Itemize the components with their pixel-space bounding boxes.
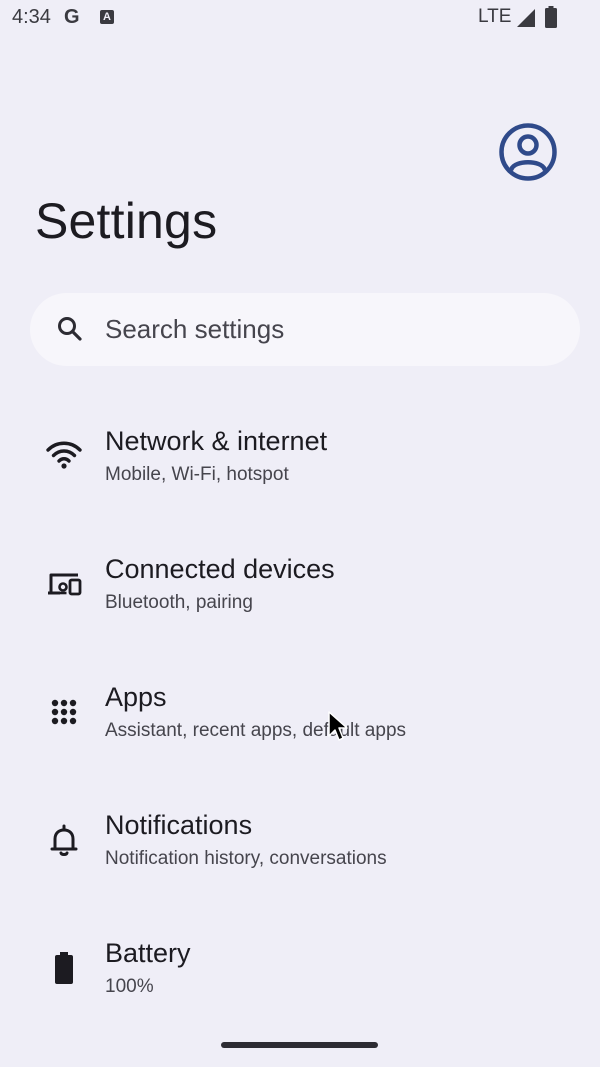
search-placeholder: Search settings bbox=[105, 314, 285, 344]
connected-devices-icon bbox=[48, 573, 82, 596]
settings-item-subtitle: Mobile, Wi-Fi, hotspot bbox=[105, 464, 289, 485]
settings-item-apps[interactable]: Apps Assistant, recent apps, default app… bbox=[0, 636, 600, 764]
signal-icon bbox=[517, 9, 535, 27]
network-type-label: LTE bbox=[478, 6, 512, 27]
settings-item-subtitle: Bluetooth, pairing bbox=[105, 592, 253, 613]
settings-item-title: Notifications bbox=[105, 810, 253, 840]
settings-item-title: Network & internet bbox=[105, 426, 328, 456]
status-bar: 4:34 G A LTE bbox=[0, 0, 600, 36]
settings-item-subtitle: Notification history, conversations bbox=[105, 848, 387, 869]
settings-item-title: Battery bbox=[105, 938, 191, 968]
settings-item-battery[interactable]: Battery 100% bbox=[0, 892, 600, 1020]
status-time: 4:34 bbox=[12, 6, 51, 28]
status-battery-icon bbox=[545, 6, 557, 28]
settings-item-title: Apps bbox=[105, 682, 167, 712]
battery-icon bbox=[55, 952, 73, 984]
search-bar[interactable]: Search settings bbox=[30, 293, 580, 366]
apps-grid-icon bbox=[51, 699, 77, 725]
gesture-nav-handle[interactable] bbox=[221, 1042, 378, 1048]
settings-item-title: Connected devices bbox=[105, 554, 335, 584]
settings-item-subtitle: 100% bbox=[105, 976, 154, 997]
page-title: Settings bbox=[35, 193, 218, 249]
search-icon bbox=[58, 317, 82, 341]
settings-item-subtitle: Assistant, recent apps, default apps bbox=[105, 720, 407, 741]
settings-item-connected-devices[interactable]: Connected devices Bluetooth, pairing bbox=[0, 508, 600, 636]
mouse-cursor-icon bbox=[328, 711, 348, 741]
profile-avatar-icon[interactable] bbox=[498, 122, 558, 182]
wifi-icon bbox=[46, 441, 82, 469]
settings-screen: 4:34 G A LTE Settings Search settings Ne… bbox=[0, 0, 600, 1067]
settings-item-network[interactable]: Network & internet Mobile, Wi-Fi, hotspo… bbox=[0, 380, 600, 508]
settings-item-notifications[interactable]: Notifications Notification history, conv… bbox=[0, 764, 600, 892]
google-notification-icon: G bbox=[64, 6, 80, 28]
accessibility-notification-icon: A bbox=[100, 10, 114, 24]
bell-icon bbox=[50, 824, 78, 856]
